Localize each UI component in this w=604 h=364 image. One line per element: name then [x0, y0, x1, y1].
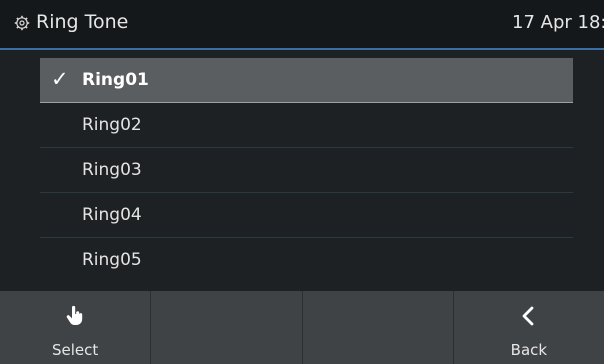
date-time: 17 Apr 18:06: [512, 12, 604, 33]
list-item-label: Ring03: [82, 160, 142, 180]
list-item-label: Ring05: [82, 250, 142, 270]
hand-pointer-icon: [66, 305, 83, 325]
back-softkey[interactable]: Back: [453, 291, 604, 364]
list-item-label: Ring02: [82, 115, 142, 135]
softkey-label: Back: [510, 341, 548, 359]
title-bar: Ring Tone 17 Apr 18:06: [0, 0, 604, 50]
gear-icon: [14, 15, 30, 31]
list-item-ring04[interactable]: Ring04: [40, 193, 573, 238]
softkey-bar: Select Back: [0, 291, 604, 364]
softkey-label: Select: [51, 341, 99, 359]
list-item-ring01[interactable]: ✓ Ring01: [40, 58, 573, 103]
select-softkey[interactable]: Select: [0, 291, 152, 364]
list-item-label: Ring01: [82, 70, 149, 90]
list-item-ring02[interactable]: Ring02: [40, 103, 573, 148]
list-item-ring03[interactable]: Ring03: [40, 148, 573, 193]
check-mark-icon: ✓: [51, 67, 69, 91]
list-item-label: Ring04: [82, 205, 142, 225]
ringtone-list: ✓ Ring01 Ring02 Ring03 Ring04 Ring05: [40, 58, 573, 283]
chevron-left-icon: [522, 306, 534, 326]
empty-softkey-2[interactable]: [151, 291, 303, 364]
page-title: Ring Tone: [36, 11, 129, 33]
empty-softkey-3[interactable]: [302, 291, 454, 364]
list-item-ring05[interactable]: Ring05: [40, 238, 573, 283]
